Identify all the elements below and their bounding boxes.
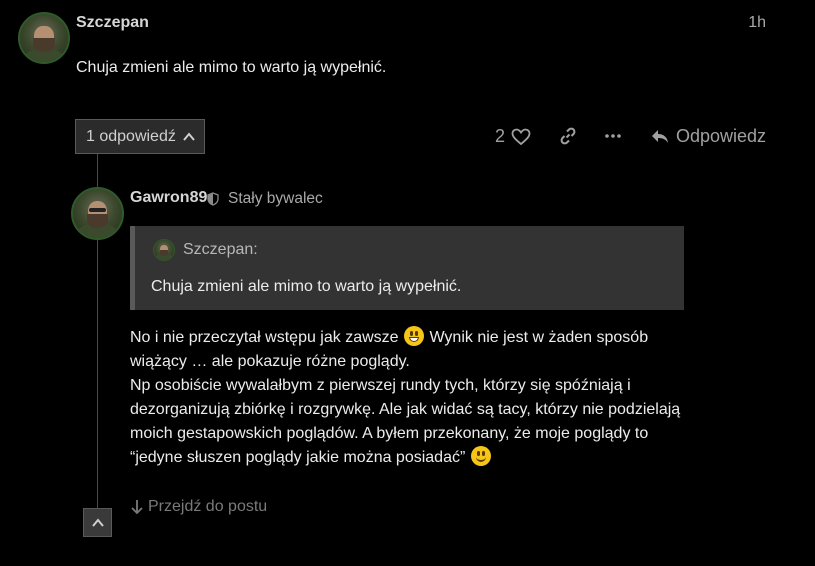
chevron-up-icon [183,131,195,141]
heart-icon [511,128,531,145]
smile-emoji-icon [470,446,491,466]
more-options-button[interactable] [604,124,622,146]
replies-toggle-button[interactable]: 1 odpowiedź [75,119,205,154]
quote-text: Chuja zmieni ale mimo to warto ją wypełn… [151,278,462,295]
reply-text-1a: No i nie przeczytał wstępu jak zawsze [130,329,399,346]
avatar-gawron89[interactable] [71,187,124,240]
chevron-up-icon [91,517,104,527]
arrow-down-icon [131,500,143,515]
goto-post-label: Przejdź do postu [148,498,268,515]
collapse-thread-button[interactable] [83,508,112,537]
quote-avatar [153,239,175,261]
quote-author[interactable]: Szczepan: [183,241,258,259]
reply-button[interactable]: Odpowiedz [650,126,766,147]
like-button[interactable]: 2 [495,126,531,147]
user-title: Stały bywalec [228,190,323,207]
quote-block: Szczepan: Chuja zmieni ale mimo to warto… [130,226,684,310]
reply-author[interactable]: Gawron89 [130,189,207,207]
reply-label: Odpowiedz [676,126,767,146]
replies-count-label: 1 odpowiedź [86,127,176,145]
reply-text-2: Np osobiście wywalałbym z pierwszej rund… [130,377,681,466]
ellipsis-icon [605,134,621,138]
post-text: Chuja zmieni ale mimo to warto ją wypełn… [76,59,387,76]
reply-body: No i nie przeczytał wstępu jak zawsze Wy… [130,326,700,470]
goto-post-link[interactable]: Przejdź do postu [130,498,267,516]
post-timestamp[interactable]: 1h [748,14,766,32]
shield-icon [207,192,219,206]
avatar-szczepan[interactable] [18,12,70,64]
copy-link-button[interactable] [558,126,578,146]
post-author[interactable]: Szczepan [76,14,149,32]
link-icon [560,127,576,145]
like-count: 2 [495,126,506,146]
reply-arrow-icon [652,129,668,143]
grinning-emoji-icon [404,326,425,346]
